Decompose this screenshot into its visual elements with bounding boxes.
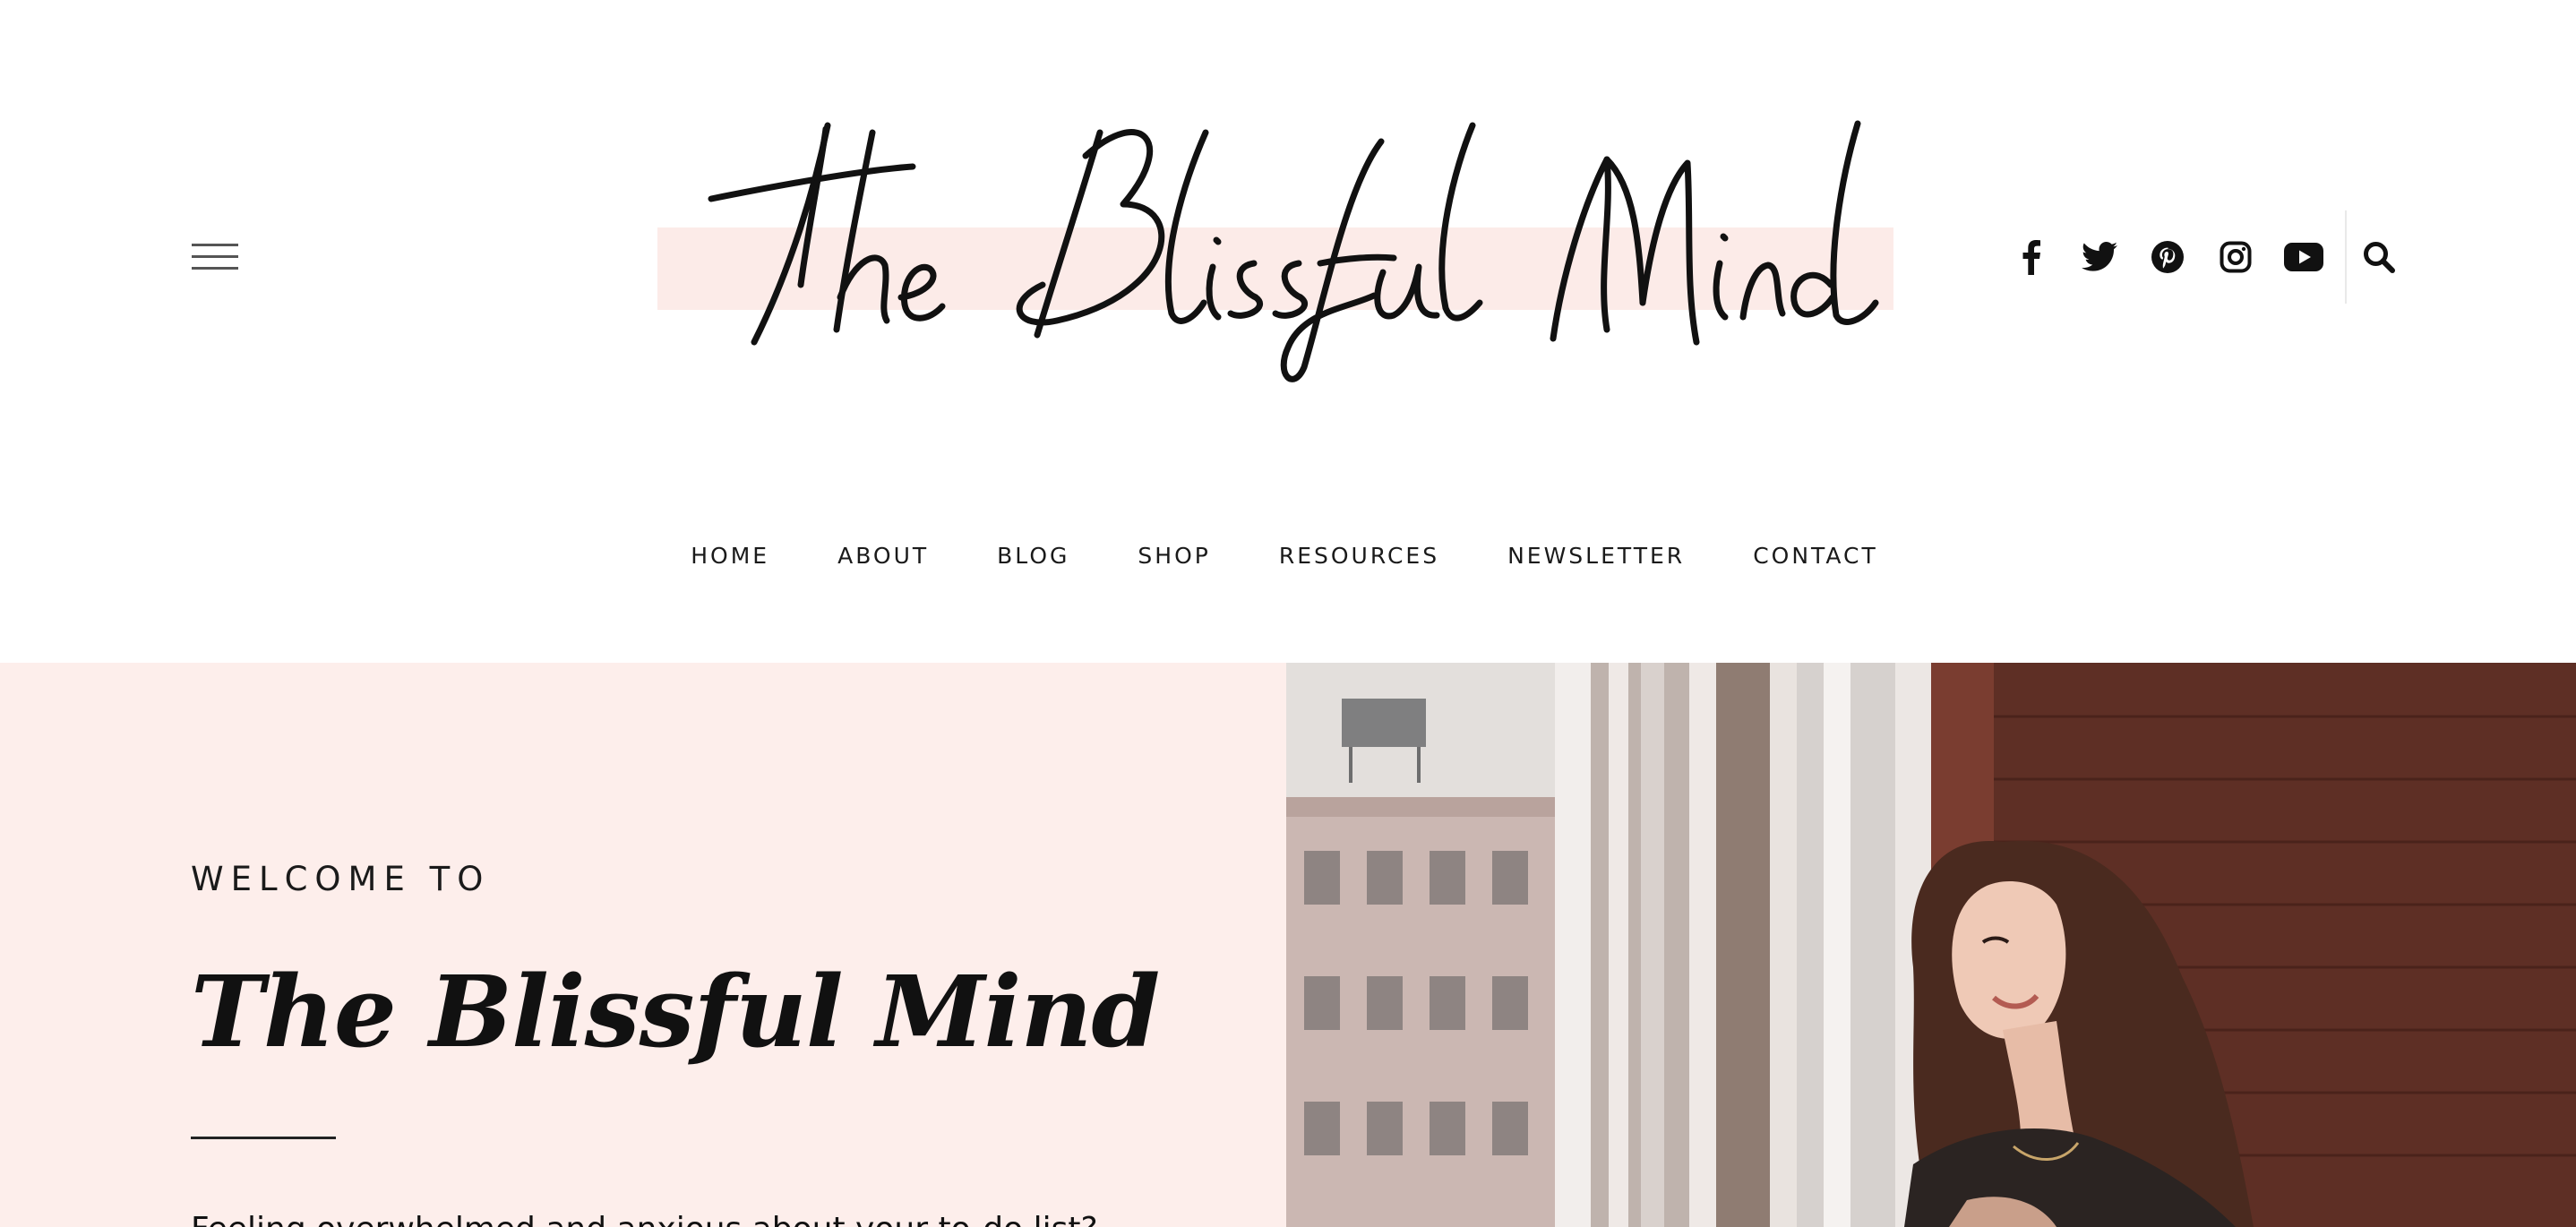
search-icon[interactable] — [2359, 237, 2399, 277]
twitter-icon[interactable] — [2080, 237, 2119, 277]
nav-item-shop[interactable]: SHOP — [1103, 543, 1244, 569]
site-header: HOME ABOUT BLOG SHOP RESOURCES NEWSLETTE… — [0, 0, 2576, 663]
facebook-icon[interactable] — [2012, 237, 2051, 277]
logo-script-lettering — [708, 120, 1879, 382]
nav-item-home[interactable]: HOME — [657, 543, 803, 569]
nav-item-resources[interactable]: RESOURCES — [1245, 543, 1473, 569]
nav-item-contact[interactable]: CONTACT — [1719, 543, 1912, 569]
social-divider — [2345, 210, 2347, 304]
pinterest-icon[interactable] — [2148, 237, 2187, 277]
nav-item-newsletter[interactable]: NEWSLETTER — [1473, 543, 1719, 569]
title-divider — [191, 1137, 336, 1139]
hero-title: The Blissful Mind — [191, 954, 1160, 1069]
hero-eyebrow: WELCOME TO — [191, 860, 491, 898]
hero-section: WELCOME TO The Blissful Mind Feeling ove… — [0, 663, 2576, 1227]
hamburger-menu-icon[interactable] — [192, 238, 238, 274]
instagram-icon[interactable] — [2216, 237, 2255, 277]
hero-text-panel: WELCOME TO The Blissful Mind Feeling ove… — [0, 663, 1286, 1227]
nav-item-blog[interactable]: BLOG — [963, 543, 1103, 569]
hero-photo — [1286, 663, 2576, 1227]
hero-intro-text: Feeling overwhelmed and anxious about yo… — [191, 1211, 1098, 1227]
youtube-icon[interactable] — [2284, 237, 2323, 277]
nav-item-about[interactable]: ABOUT — [803, 543, 963, 569]
main-nav: HOME ABOUT BLOG SHOP RESOURCES NEWSLETTE… — [0, 543, 2576, 569]
social-links — [2012, 210, 2399, 304]
site-logo[interactable] — [657, 106, 1893, 383]
hero-photo-illustration — [1286, 663, 2576, 1227]
